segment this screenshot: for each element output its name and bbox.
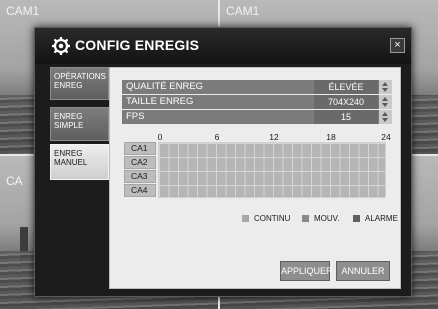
size-label: TAILLE ENREG bbox=[126, 96, 194, 107]
dialog-titlebar: CONFIG ENREGIS × bbox=[35, 28, 411, 64]
tab-label-line1: ENREG bbox=[54, 149, 83, 158]
legend-label: ALARME bbox=[365, 214, 398, 223]
tab-manual-record[interactable]: ENREG MANUEL bbox=[50, 144, 109, 180]
quality-row: QUALITÉ ENREG ÉLEVÉE bbox=[122, 80, 392, 94]
tab-label-line2: SIMPLE bbox=[54, 121, 84, 130]
legend-motion: MOUV. bbox=[302, 214, 340, 224]
size-value[interactable]: 704X240 bbox=[314, 95, 378, 109]
arrow-down-icon[interactable] bbox=[382, 118, 388, 122]
hour-label: 0 bbox=[157, 132, 163, 142]
tab-label-line1: ENREG bbox=[54, 112, 83, 121]
arrow-down-icon[interactable] bbox=[382, 103, 388, 107]
arrow-up-icon[interactable] bbox=[382, 97, 388, 101]
fps-label: FPS bbox=[126, 111, 145, 122]
channel-label[interactable]: CA1 bbox=[124, 142, 156, 155]
size-row: TAILLE ENREG 704X240 bbox=[122, 95, 392, 109]
arrow-up-icon[interactable] bbox=[382, 112, 388, 116]
tab-record-operations[interactable]: OPÉRATIONS ENREG bbox=[50, 67, 109, 100]
legend-label: CONTINU bbox=[254, 214, 291, 223]
hour-scale: 0 6 12 18 24 bbox=[110, 132, 400, 142]
schedule-grid[interactable] bbox=[158, 142, 386, 198]
legend-alarm: ALARME bbox=[353, 214, 398, 224]
hour-label: 12 bbox=[269, 132, 279, 142]
legend-swatch bbox=[302, 215, 309, 223]
legend-swatch bbox=[242, 215, 249, 223]
arrow-down-icon[interactable] bbox=[382, 88, 388, 92]
channel-label[interactable]: CA2 bbox=[124, 156, 156, 169]
camera-label: CAM1 bbox=[226, 4, 260, 18]
tab-label-line2: MANUEL bbox=[54, 158, 88, 167]
camera-label: CAM1 bbox=[6, 4, 40, 18]
tab-label-line2: ENREG bbox=[54, 81, 83, 90]
size-spinner[interactable] bbox=[379, 95, 392, 109]
hour-label: 18 bbox=[326, 132, 336, 142]
fps-spinner[interactable] bbox=[379, 110, 392, 124]
tab-simple-record[interactable]: ENREG SIMPLE bbox=[50, 107, 109, 141]
camera-label: CA bbox=[6, 174, 23, 188]
cancel-button[interactable]: ANNULER bbox=[336, 261, 390, 281]
arrow-up-icon[interactable] bbox=[382, 82, 388, 86]
legend-swatch bbox=[353, 215, 360, 223]
record-settings-dialog: CONFIG ENREGIS × OPÉRATIONS ENREG ENREG … bbox=[34, 27, 412, 297]
legend-continuous: CONTINU bbox=[242, 214, 290, 224]
fps-row: FPS 15 bbox=[122, 110, 392, 124]
close-button[interactable]: × bbox=[390, 38, 405, 53]
channel-label[interactable]: CA3 bbox=[124, 170, 156, 183]
channel-label[interactable]: CA4 bbox=[124, 184, 156, 197]
settings-panel: QUALITÉ ENREG ÉLEVÉE TAILLE ENREG 704X24… bbox=[109, 67, 401, 289]
fps-value[interactable]: 15 bbox=[314, 110, 378, 124]
apply-button[interactable]: APPLIQUER bbox=[280, 261, 333, 281]
dialog-title: CONFIG ENREGIS bbox=[75, 37, 200, 53]
hour-label: 24 bbox=[381, 132, 391, 142]
quality-value[interactable]: ÉLEVÉE bbox=[314, 80, 378, 94]
legend-label: MOUV. bbox=[314, 214, 340, 223]
gear-icon bbox=[52, 37, 70, 55]
quality-label: QUALITÉ ENREG bbox=[126, 81, 204, 92]
quality-spinner[interactable] bbox=[379, 80, 392, 94]
hour-label: 6 bbox=[214, 132, 220, 142]
tab-label-line1: OPÉRATIONS bbox=[54, 72, 106, 81]
